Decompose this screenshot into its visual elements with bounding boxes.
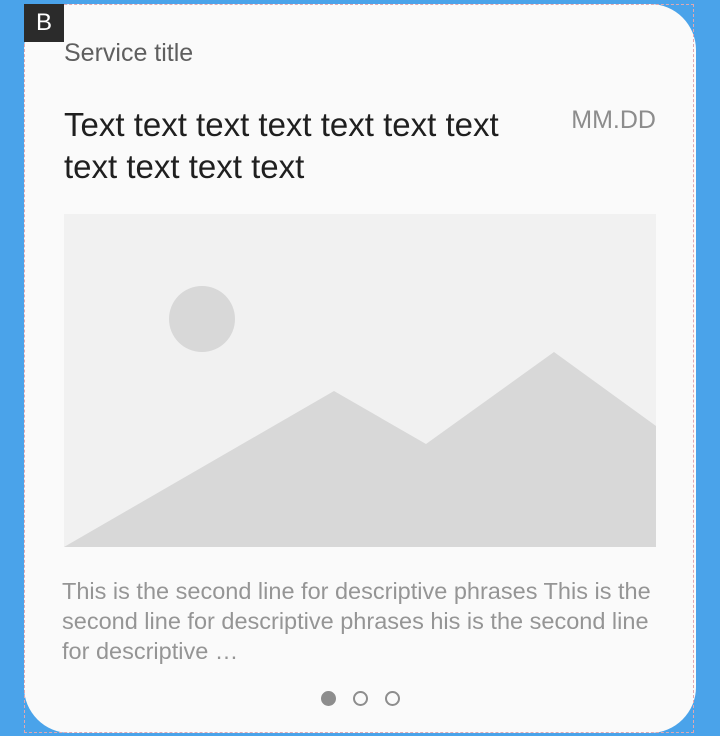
pagination-dot-active[interactable] [320, 691, 336, 706]
service-title: Service title [64, 39, 194, 67]
pagination-dot[interactable] [384, 691, 400, 706]
card-headline: Text text text text text text text text … [64, 106, 499, 185]
variant-tag: B [24, 4, 64, 42]
card-description: This is the second line for descriptive … [62, 578, 651, 664]
card-date: MM.DD [571, 106, 656, 134]
image-placeholder-icon [64, 286, 656, 547]
service-card[interactable]: Service title Text text text text text t… [24, 4, 696, 733]
image-placeholder [64, 214, 656, 547]
pagination-dot[interactable] [352, 691, 368, 706]
pagination-indicator [24, 691, 696, 707]
